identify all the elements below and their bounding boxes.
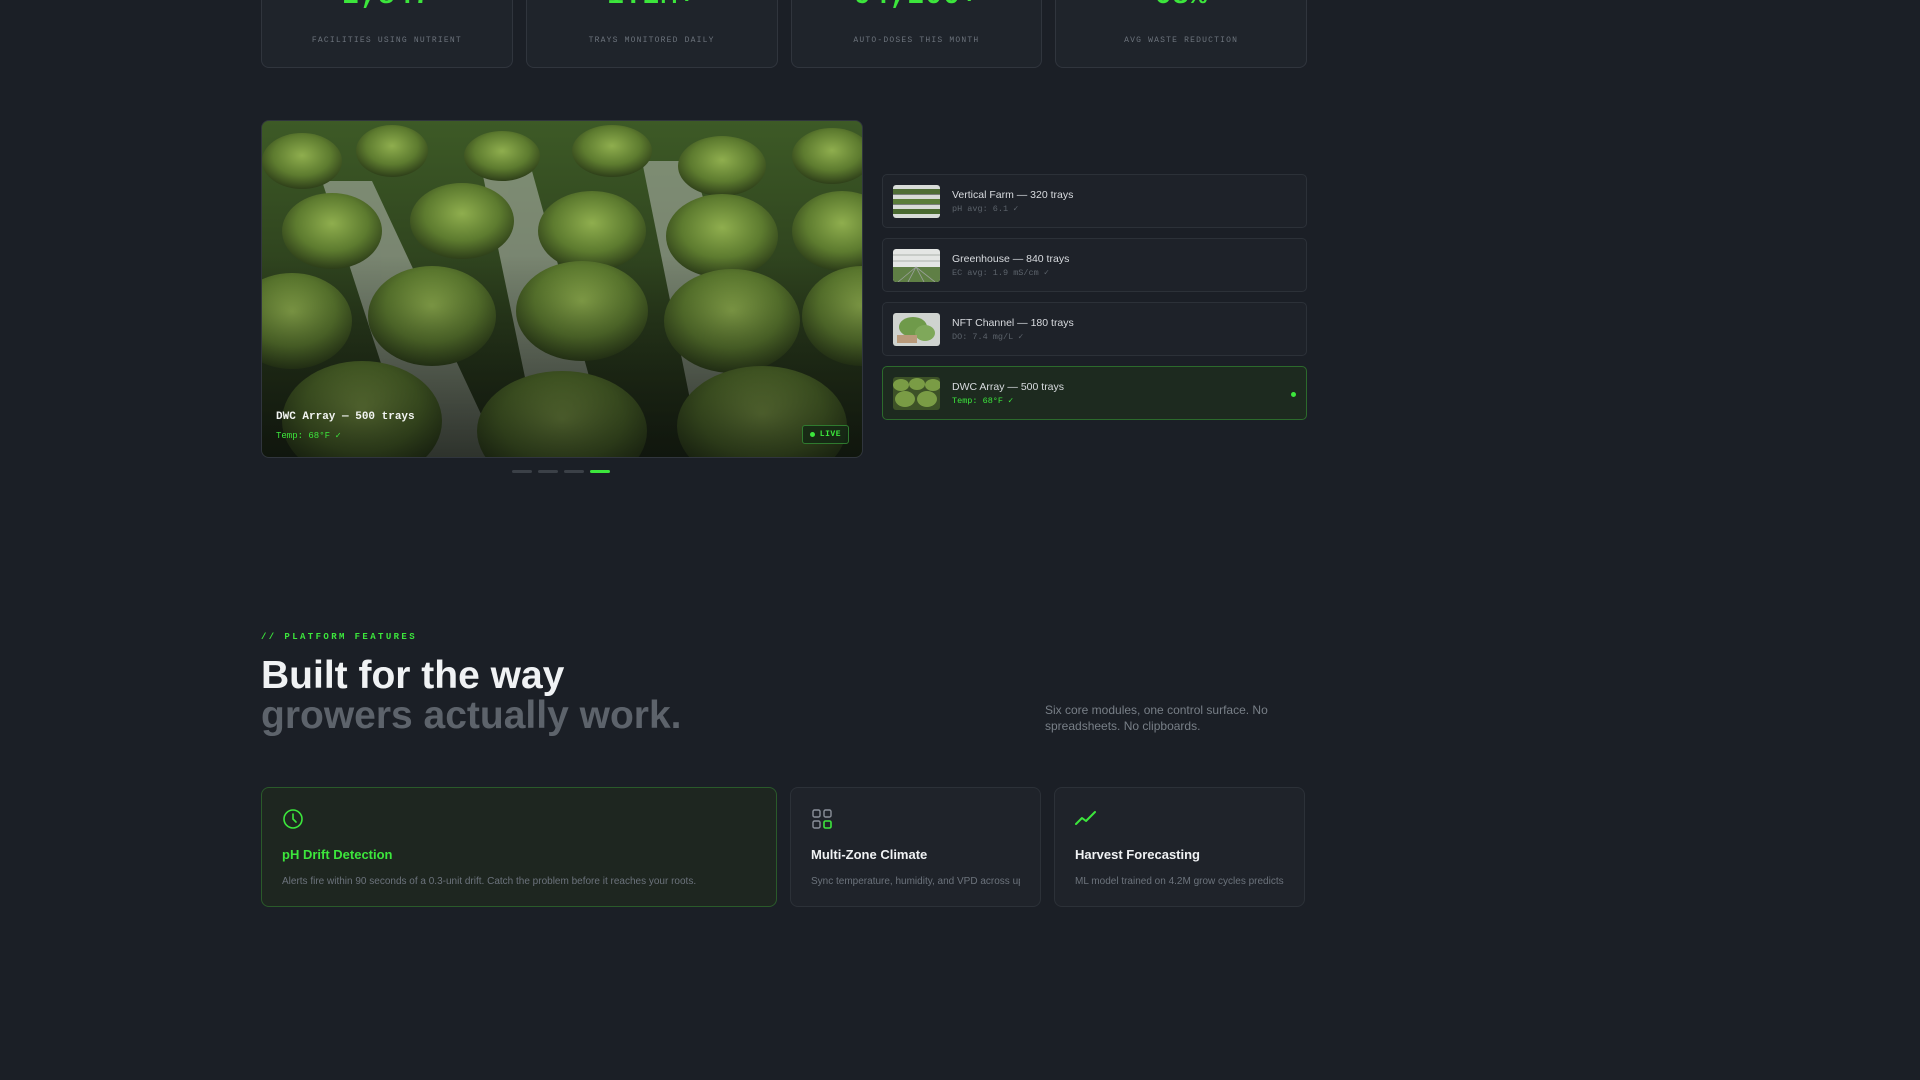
facility-name: Greenhouse — 840 trays <box>952 252 1070 265</box>
feature-description: Sync temperature, humidity, and VPD acro… <box>811 876 1020 887</box>
facility-stat: pH avg: 6.1 ✓ <box>952 203 1019 214</box>
feature-description: Alerts fire within 90 seconds of a 0.3-u… <box>282 876 697 887</box>
grid-icon <box>812 809 832 829</box>
section-headline: Built for the way growers actually work. <box>261 656 682 736</box>
carousel-dot[interactable] <box>512 470 532 473</box>
stat-label: AVG WASTE REDUCTION <box>1124 36 1239 45</box>
stat-value: 1.2M+ <box>527 0 777 12</box>
stat-label: TRAYS MONITORED DAILY <box>588 36 715 45</box>
stat-card-doses: 94,200+ AUTO-DOSES THIS MONTH <box>790 0 1043 68</box>
stat-label: FACILITIES USING NUTRIENT <box>311 36 462 45</box>
feature-cards: pH Drift Detection Alerts fire within 90… <box>261 787 1307 907</box>
headline-line-2: growers actually work. <box>261 694 682 737</box>
carousel-pagination <box>512 470 610 473</box>
stat-card-waste: 68% AVG WASTE REDUCTION <box>1055 0 1307 68</box>
facility-name: Vertical Farm — 320 trays <box>952 188 1074 201</box>
facility-item-dwc-array[interactable]: DWC Array — 500 trays Temp: 68°F ✓ <box>882 366 1307 420</box>
vertical-farm-thumbnail <box>893 184 940 218</box>
feature-title: pH Drift Detection <box>282 847 393 862</box>
feature-card-multi-zone[interactable]: Multi-Zone Climate Sync temperature, hum… <box>790 787 1041 907</box>
feature-title: Multi-Zone Climate <box>811 847 928 862</box>
stat-card-facilities: 2,847 FACILITIES USING NUTRIENT <box>261 0 513 68</box>
stat-value: 68% <box>1056 0 1306 12</box>
facility-name: DWC Array — 500 trays <box>952 380 1065 393</box>
stat-value: 94,200+ <box>792 0 1042 12</box>
live-dot-icon <box>809 432 815 437</box>
section-lede: Six core modules, one control surface. N… <box>1045 703 1268 733</box>
nft-channel-thumbnail <box>893 312 940 346</box>
hero-carousel[interactable]: DWC Array — 500 trays Temp: 68°F ✓ LIVE <box>261 120 863 458</box>
section-eyebrow: // PLATFORM FEATURES <box>261 632 418 642</box>
stat-label: AUTO-DOSES THIS MONTH <box>853 36 980 45</box>
dwc-array-thumbnail <box>893 376 940 410</box>
greenhouse-thumbnail <box>893 248 940 282</box>
hero-title: DWC Array — 500 trays <box>276 411 415 423</box>
facility-item-vertical-farm[interactable]: Vertical Farm — 320 trays pH avg: 6.1 ✓ <box>882 174 1307 228</box>
facility-stat: DO: 7.4 mg/L ✓ <box>952 331 1024 342</box>
facility-item-nft-channel[interactable]: NFT Channel — 180 trays DO: 7.4 mg/L ✓ <box>882 302 1307 356</box>
feature-title: Harvest Forecasting <box>1075 847 1200 862</box>
feature-card-harvest[interactable]: Harvest Forecasting ML model trained on … <box>1054 787 1305 907</box>
carousel-dot[interactable] <box>538 470 558 473</box>
feature-card-ph-drift[interactable]: pH Drift Detection Alerts fire within 90… <box>261 787 777 907</box>
live-badge-label: LIVE <box>819 430 841 439</box>
facility-list: Vertical Farm — 320 trays pH avg: 6.1 ✓ … <box>882 174 1307 420</box>
carousel-dot[interactable] <box>564 470 584 473</box>
stat-card-trays: 1.2M+ TRAYS MONITORED DAILY <box>525 0 778 68</box>
headline-line-1: Built for the way <box>261 654 565 697</box>
facility-item-greenhouse[interactable]: Greenhouse — 840 trays EC avg: 1.9 mS/cm… <box>882 238 1307 292</box>
feature-description: ML model trained on 4.2M grow cycles pre… <box>1075 876 1284 887</box>
facility-stat: EC avg: 1.9 mS/cm ✓ <box>952 267 1049 278</box>
facility-stat: Temp: 68°F ✓ <box>952 395 1014 406</box>
stat-value: 2,847 <box>262 0 512 12</box>
stats-row: 2,847 FACILITIES USING NUTRIENT 1.2M+ TR… <box>261 0 1307 68</box>
live-badge: LIVE <box>801 425 849 444</box>
active-indicator-icon <box>1291 392 1296 397</box>
trend-icon <box>1075 811 1096 825</box>
carousel-dot-active[interactable] <box>590 470 610 473</box>
hero-overlay <box>262 121 862 457</box>
facility-name: NFT Channel — 180 trays <box>952 316 1074 329</box>
hero-subtitle: Temp: 68°F ✓ <box>276 431 341 441</box>
clock-icon <box>283 809 303 829</box>
